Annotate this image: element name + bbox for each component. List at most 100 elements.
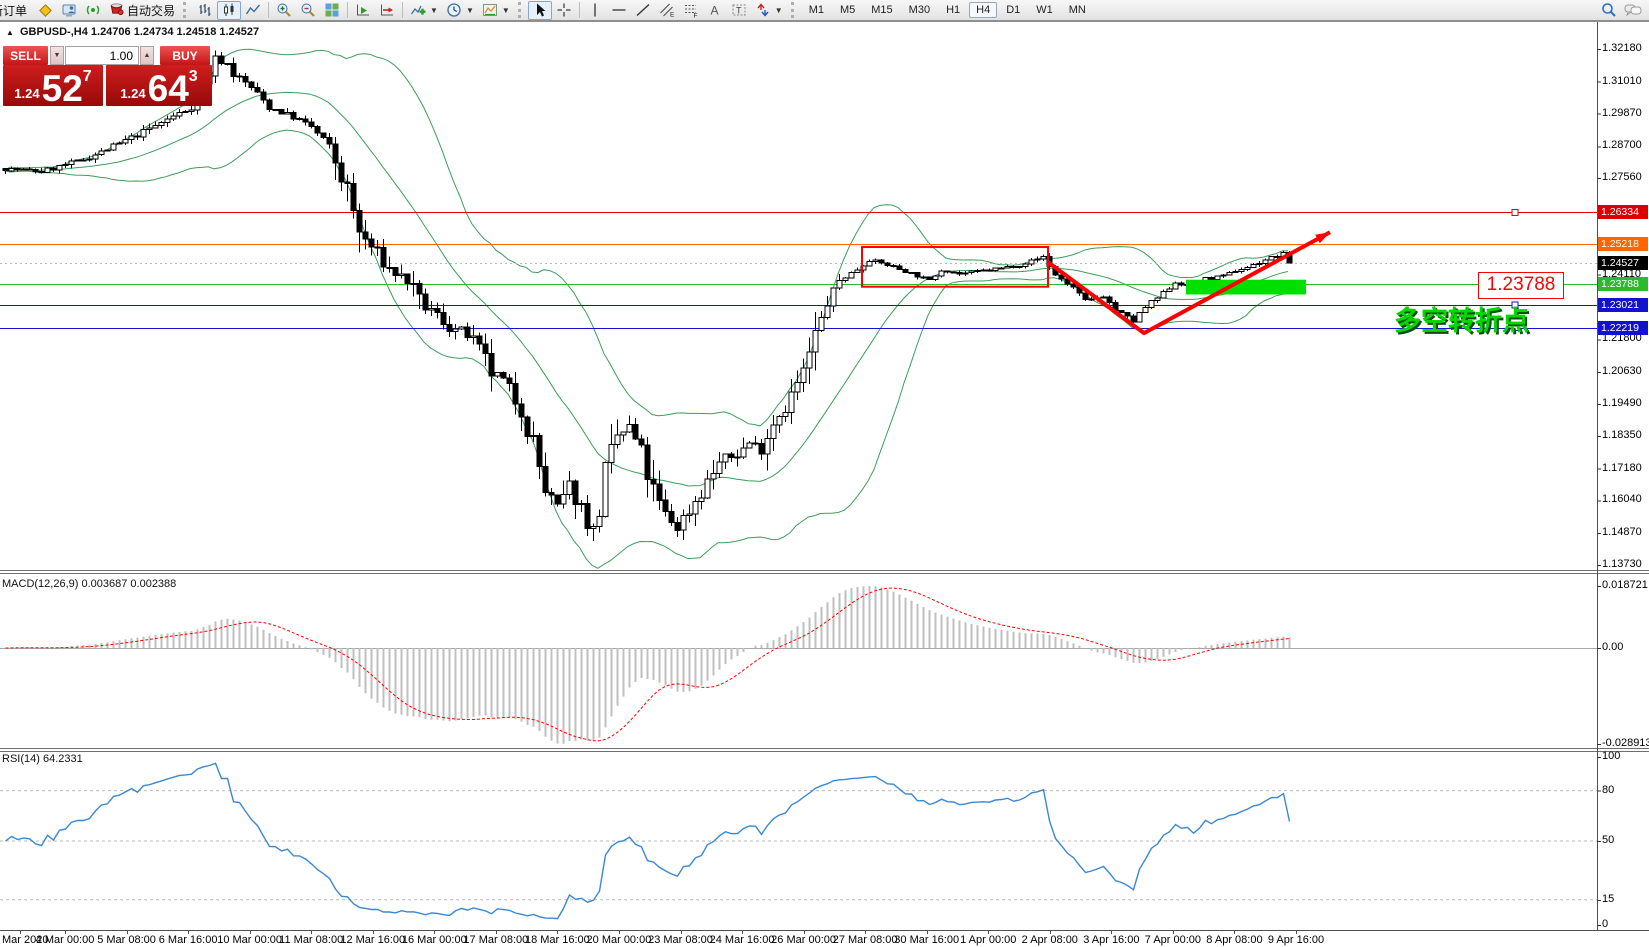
autotrading-label: 自动交易 bbox=[127, 2, 175, 19]
time-label: 16 Mar 00:00 bbox=[402, 934, 467, 946]
time-label: 11 Mar 08:00 bbox=[279, 934, 343, 946]
time-label: 6 Mar 16:00 bbox=[159, 934, 218, 946]
toolbar-grip bbox=[791, 2, 797, 18]
time-label: 17 Mar 08:00 bbox=[463, 934, 528, 946]
timeframe-mn[interactable]: MN bbox=[1062, 2, 1093, 18]
buy-price-box[interactable]: 1.24643 bbox=[106, 65, 212, 106]
volume-down-stepper[interactable]: ▼ bbox=[50, 46, 64, 65]
arrows-tool-button[interactable]: ▼ bbox=[751, 1, 787, 20]
zoom-in-icon[interactable] bbox=[272, 1, 296, 20]
bar-low: 1.24518 bbox=[177, 26, 217, 38]
text-icon[interactable]: A bbox=[703, 1, 727, 20]
tile-windows-icon[interactable] bbox=[320, 1, 344, 20]
new-order-icon[interactable] bbox=[33, 1, 57, 20]
chevron-down-icon: ▼ bbox=[502, 6, 510, 15]
candlestick-chart-icon[interactable] bbox=[217, 1, 241, 20]
sell-price-base: 1.24 bbox=[14, 86, 39, 101]
zoom-out-icon[interactable] bbox=[296, 1, 320, 20]
equidistant-channel-icon[interactable]: E bbox=[655, 1, 679, 20]
crosshair-icon[interactable] bbox=[552, 1, 576, 20]
buy-button[interactable]: BUY bbox=[160, 46, 210, 65]
line-chart-icon[interactable] bbox=[241, 1, 265, 20]
auto-scroll-icon[interactable] bbox=[351, 1, 375, 20]
time-tick-mark bbox=[434, 931, 435, 934]
panel-chrome bbox=[0, 22, 1649, 930]
terminal-icon[interactable] bbox=[57, 1, 81, 20]
strategy-tester-icon[interactable] bbox=[81, 1, 105, 20]
time-tick-mark bbox=[496, 931, 497, 934]
sell-price-big: 52 bbox=[42, 72, 83, 106]
time-label: 27 Mar 08:00 bbox=[833, 934, 898, 946]
macd-histogram bbox=[6, 586, 1290, 744]
chart-shift-icon[interactable] bbox=[375, 1, 399, 20]
toolbar-separator bbox=[347, 2, 348, 18]
time-tick-mark bbox=[65, 931, 66, 934]
time-tick-mark bbox=[1050, 931, 1051, 934]
indicators-button[interactable]: ▼ bbox=[406, 1, 442, 20]
price-chart-canvas[interactable] bbox=[0, 22, 1649, 930]
vertical-line-icon[interactable] bbox=[583, 1, 607, 20]
timeframe-w1[interactable]: W1 bbox=[1029, 2, 1060, 18]
toolbar: 新订单 自动交易 ▼ ▼ ▼ E F A T ▼ M bbox=[0, 0, 1649, 22]
timeframe-h4[interactable]: H4 bbox=[969, 2, 997, 18]
time-tick-mark bbox=[557, 931, 558, 934]
timeframe-m1[interactable]: M1 bbox=[802, 2, 831, 18]
time-tick-mark bbox=[681, 931, 682, 934]
bar-chart-icon[interactable] bbox=[193, 1, 217, 20]
timeframe-m5[interactable]: M5 bbox=[833, 2, 862, 18]
chat-icon[interactable] bbox=[1621, 1, 1645, 20]
bar-high: 1.24734 bbox=[134, 26, 174, 38]
toolbar-separator bbox=[268, 2, 269, 18]
time-label: 18 Mar 16:00 bbox=[525, 934, 590, 946]
toolbar-separator bbox=[579, 2, 580, 18]
horizontal-line-icon[interactable] bbox=[607, 1, 631, 20]
templates-button[interactable]: ▼ bbox=[478, 1, 514, 20]
timeframe-m30[interactable]: M30 bbox=[902, 2, 937, 18]
time-label: 24 Mar 16:00 bbox=[710, 934, 775, 946]
timeframe-switcher: M1M5M15M30H1H4D1W1MN bbox=[801, 2, 1094, 18]
volume-input[interactable] bbox=[65, 46, 139, 65]
new-order-label[interactable]: 新订单 bbox=[0, 2, 33, 19]
bar-open: 1.24706 bbox=[91, 26, 131, 38]
sell-button[interactable]: SELL bbox=[3, 46, 48, 65]
time-tick-mark bbox=[927, 931, 928, 934]
highlight-bar[interactable] bbox=[1186, 280, 1306, 295]
macd-label: MACD(12,26,9) 0.003687 0.002388 bbox=[2, 578, 176, 590]
trendline-icon[interactable] bbox=[631, 1, 655, 20]
mt4-window: 新订单 自动交易 ▼ ▼ ▼ E F A T ▼ M bbox=[0, 0, 1649, 947]
sell-price-box[interactable]: 1.24527 bbox=[3, 65, 103, 106]
time-tick-mark bbox=[619, 931, 620, 934]
fibonacci-icon[interactable]: F bbox=[679, 1, 703, 20]
time-tick-mark bbox=[988, 931, 989, 934]
time-tick-mark bbox=[127, 931, 128, 934]
arrow-head bbox=[1315, 232, 1330, 243]
text-label-icon[interactable]: T bbox=[727, 1, 751, 20]
timeframe-m15[interactable]: M15 bbox=[864, 2, 899, 18]
level-lines[interactable] bbox=[0, 210, 1597, 331]
timeframe-d1[interactable]: D1 bbox=[999, 2, 1027, 18]
time-tick-mark bbox=[311, 931, 312, 934]
sell-price-sup: 7 bbox=[83, 68, 92, 86]
chart-workspace[interactable]: ▲ GBPUSD-,H4 1.24706 1.24734 1.24518 1.2… bbox=[0, 22, 1649, 947]
volume-up-stepper[interactable]: ▲ bbox=[140, 46, 154, 65]
autotrading-icon bbox=[109, 1, 124, 19]
key-price-tag[interactable]: 1.23788 bbox=[1478, 272, 1564, 299]
time-tick-mark bbox=[1296, 931, 1297, 934]
svg-text:F: F bbox=[693, 13, 697, 19]
search-icon[interactable] bbox=[1597, 1, 1621, 20]
cursor-icon[interactable] bbox=[528, 1, 552, 20]
time-label: 20 Mar 00:00 bbox=[587, 934, 652, 946]
timeframe-h1[interactable]: H1 bbox=[939, 2, 967, 18]
buy-price-big: 64 bbox=[148, 72, 189, 106]
time-tick-mark bbox=[373, 931, 374, 934]
toolbar-grip bbox=[518, 2, 524, 18]
time-tick-mark bbox=[1111, 931, 1112, 934]
time-label: 4 Mar 00:00 bbox=[36, 934, 95, 946]
periods-button[interactable]: ▼ bbox=[442, 1, 478, 20]
turning-point-note[interactable]: 多空转折点 bbox=[1394, 299, 1529, 338]
time-label: 2 Apr 08:00 bbox=[1022, 934, 1078, 946]
time-label: 12 Mar 16:00 bbox=[340, 934, 405, 946]
time-label: 1 Apr 00:00 bbox=[960, 934, 1016, 946]
time-axis[interactable]: Mar 20204 Mar 00:005 Mar 08:006 Mar 16:0… bbox=[0, 930, 1649, 947]
autotrading-button[interactable]: 自动交易 bbox=[105, 1, 179, 20]
